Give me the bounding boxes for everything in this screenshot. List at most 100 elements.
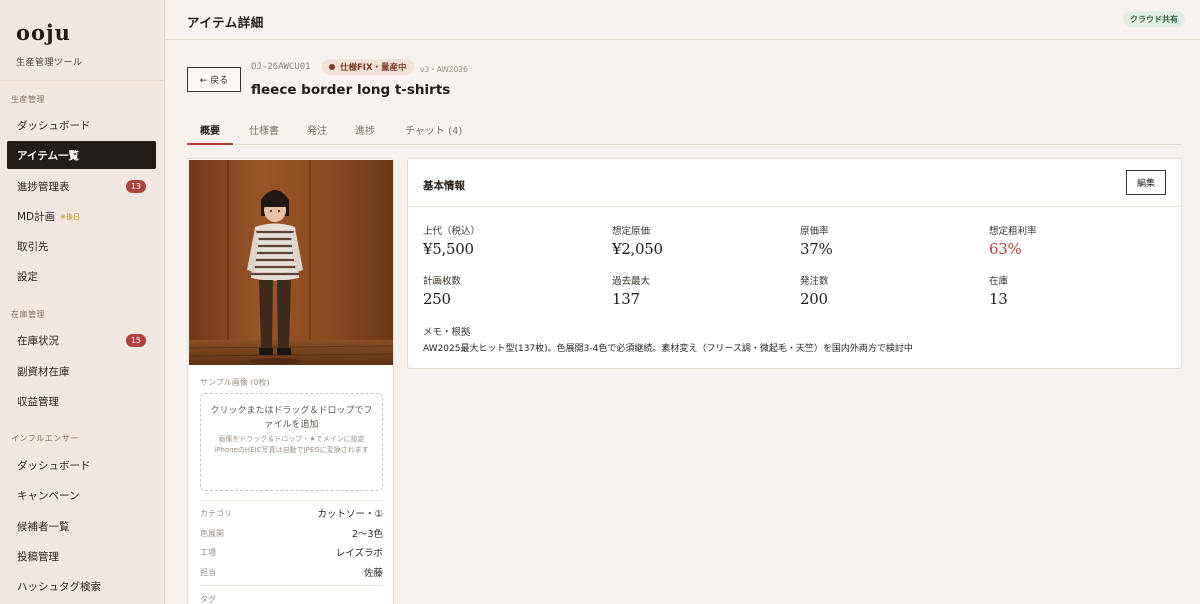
- spec-key: 担当: [200, 568, 216, 577]
- divider: [200, 500, 383, 501]
- sidebar-item-label: アイテム一覧: [17, 149, 79, 162]
- spec-value: 2〜3色: [351, 529, 383, 540]
- app-subtitle: 生産管理ツール: [16, 58, 83, 68]
- spec-key: 工場: [200, 548, 216, 557]
- metric-label: 上代（税込）: [423, 226, 481, 237]
- section-influencer: インフルエンサー: [11, 434, 79, 443]
- status-label: 仕様FIX・量産中: [340, 63, 407, 73]
- metric-value: 63%: [989, 240, 1022, 258]
- dropzone-heic-hint: iPhoneのHEIC写真は自動でJPEGに変換されます: [214, 446, 369, 454]
- page-header: アイテム詳細 クラウド共有: [165, 0, 1200, 40]
- dropzone-main-text: クリックまたはドラッグ＆ドロップでファイルを追加: [210, 406, 373, 430]
- metric-cost-rate: 原価率 37%: [800, 223, 980, 258]
- spec-key: カテゴリ: [200, 509, 232, 518]
- sidebar-item-items[interactable]: アイテム一覧: [7, 141, 156, 169]
- metric-label: 在庫: [989, 276, 1009, 287]
- metric-label: 想定粗利率: [989, 226, 1037, 237]
- divider: [200, 585, 383, 586]
- sidebar-item-settings[interactable]: 設定: [7, 262, 156, 290]
- tab-bar: 概要 仕様書 発注 進捗 チャット (4): [187, 118, 1181, 145]
- metric-value: 13: [989, 290, 1008, 308]
- metric-planned-qty: 計画枚数 250: [423, 273, 603, 308]
- sidebar-item-md-plan[interactable]: MD計画 ※後日: [7, 202, 156, 230]
- metric-past-max: 過去最大 137: [612, 273, 792, 308]
- section-production: 生産管理: [11, 95, 45, 104]
- section-inventory: 在庫管理: [11, 310, 45, 319]
- spec-value: レイズラボ: [335, 548, 383, 559]
- sidebar-item-materials[interactable]: 副資材在庫: [7, 357, 156, 385]
- spec-row-factory: 工場 レイズラボ: [200, 545, 383, 561]
- sidebar-item-label: 副資材在庫: [17, 365, 70, 378]
- metric-value: 200: [800, 290, 828, 308]
- tab-progress[interactable]: 進捗: [355, 122, 375, 137]
- metric-value: 250: [423, 290, 451, 308]
- item-name: fleece border long t-shirts: [251, 82, 451, 98]
- back-button[interactable]: ← 戻る: [187, 67, 241, 92]
- metric-order-qty: 発注数 200: [800, 273, 980, 308]
- metric-stock: 在庫 13: [989, 273, 1169, 308]
- status-badge: 仕様FIX・量産中: [322, 59, 414, 75]
- sidebar-item-influencer-dashboard[interactable]: ダッシュボード: [7, 451, 156, 479]
- tab-spec[interactable]: 仕様書: [249, 122, 279, 137]
- tab-chat[interactable]: チャット (4): [405, 122, 462, 137]
- basic-info-card: 基本情報 編集 上代（税込） ¥5,500 想定原価 ¥2,050 原価率 37…: [407, 158, 1182, 369]
- sidebar-item-label: ダッシュボード: [17, 459, 91, 472]
- page-title: アイテム詳細: [187, 15, 264, 30]
- metric-label: 過去最大: [612, 276, 651, 287]
- sidebar-item-revenue[interactable]: 収益管理: [7, 387, 156, 415]
- metric-retail-price: 上代（税込） ¥5,500: [423, 223, 603, 258]
- edit-button[interactable]: 編集: [1126, 170, 1166, 195]
- sidebar-item-label: ダッシュボード: [17, 119, 91, 132]
- metric-value: ¥5,500: [423, 240, 474, 258]
- spec-value: 佐藤: [363, 568, 383, 579]
- metric-label: 発注数: [800, 276, 829, 287]
- main-product-image[interactable]: [189, 160, 393, 365]
- sidebar-item-progress[interactable]: 進捗管理表 13: [7, 172, 156, 200]
- file-dropzone[interactable]: クリックまたはドラッグ＆ドロップでファイルを追加 画像をドラッグ＆ドロップ・★で…: [200, 393, 383, 491]
- sidebar-item-label: 投稿管理: [17, 550, 59, 563]
- spec-value: カットソー・①: [317, 509, 383, 520]
- sidebar-item-label: 収益管理: [17, 395, 59, 408]
- sidebar-item-partners[interactable]: 取引先: [7, 232, 156, 260]
- count-badge: 13: [125, 180, 146, 193]
- memo-label: メモ・根拠: [423, 327, 471, 338]
- cloud-share-badge: クラウド共有: [1123, 11, 1185, 27]
- sidebar-item-campaigns[interactable]: キャンペーン: [7, 481, 156, 509]
- metric-value: ¥2,050: [612, 240, 663, 258]
- sidebar-item-label: ハッシュタグ検索: [17, 580, 101, 593]
- tab-order[interactable]: 発注: [307, 122, 327, 137]
- sidebar-item-label: 候補者一覧: [17, 520, 70, 533]
- sidebar-item-label: MD計画: [17, 210, 56, 223]
- sidebar-item-hashtag-search[interactable]: ハッシュタグ検索: [7, 572, 156, 600]
- sidebar-divider: [0, 80, 164, 81]
- spec-key: 色展開: [200, 529, 224, 538]
- product-photo-illustration: [189, 160, 393, 365]
- metric-label: 計画枚数: [423, 276, 462, 287]
- sidebar-item-posts[interactable]: 投稿管理: [7, 542, 156, 570]
- spec-row-colors: 色展開 2〜3色: [200, 526, 383, 542]
- sidebar-item-label: 取引先: [17, 240, 49, 253]
- basic-info-title: 基本情報: [423, 180, 465, 192]
- later-note: ※後日: [60, 213, 81, 221]
- sidebar-item-candidates[interactable]: 候補者一覧: [7, 512, 156, 540]
- sample-images-label: サンプル画像 (0枚): [200, 378, 270, 387]
- sidebar-item-dashboard[interactable]: ダッシュボード: [7, 111, 156, 139]
- metric-label: 想定原価: [612, 226, 651, 237]
- metric-gross-margin: 想定粗利率 63%: [989, 223, 1169, 258]
- memo-text: AW2025最大ヒット型(137枚)。色展開3-4色で必須継続。素材変え（フリー…: [423, 344, 913, 354]
- metric-label: 原価率: [800, 226, 829, 237]
- app-logo[interactable]: ooju: [16, 20, 71, 45]
- sidebar-item-label: キャンペーン: [17, 489, 80, 502]
- status-dot-icon: [329, 64, 335, 70]
- sidebar: ooju 生産管理ツール 生産管理 ダッシュボード アイテム一覧 進捗管理表 13…: [0, 0, 165, 604]
- tab-overview[interactable]: 概要: [200, 122, 220, 137]
- metric-value: 137: [612, 290, 640, 308]
- divider: [408, 206, 1181, 207]
- tags-label: タグ: [200, 595, 216, 604]
- spec-row-category: カテゴリ カットソー・①: [200, 506, 383, 522]
- item-code: OJ-26AWCU01: [251, 62, 311, 72]
- sidebar-item-stock[interactable]: 在庫状況 15: [7, 326, 156, 354]
- spec-row-owner: 担当 佐藤: [200, 565, 383, 581]
- sidebar-item-label: 設定: [17, 270, 38, 283]
- active-tab-indicator: [187, 143, 233, 145]
